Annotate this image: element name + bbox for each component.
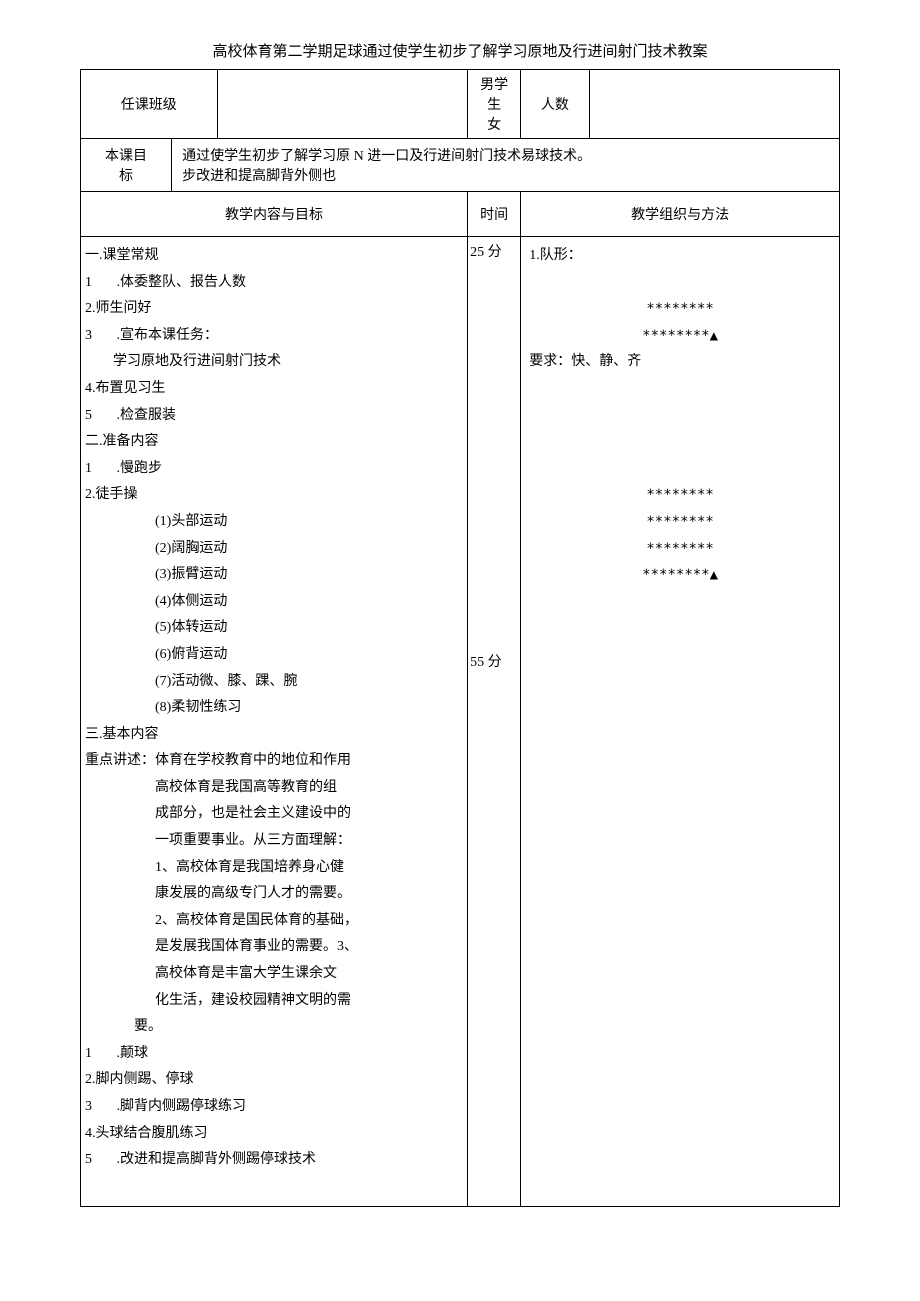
list-item: 5 .检查服装 — [85, 403, 463, 430]
list-item: 2.脚内侧踢、停球 — [85, 1067, 463, 1094]
list-item: (6)俯背运动 — [85, 642, 463, 669]
count-label: 人数 — [521, 70, 589, 139]
paragraph-line: 要。 — [85, 1014, 463, 1041]
list-item: 1 .体委整队、报告人数 — [85, 270, 463, 297]
goal-text: 通过使学生初步了解学习原 N 进一口及行进间射门技术易球技术。 步改进和提高脚背… — [172, 139, 840, 192]
section-title: 二.准备内容 — [85, 429, 463, 456]
paragraph-line: 成部分，也是社会主义建设中的 — [85, 801, 463, 828]
list-item: 4.头球结合腹肌练习 — [85, 1121, 463, 1148]
gender-label: 男学生 女 — [468, 70, 521, 139]
paragraph-line: 高校体育是丰富大学生课余文 — [85, 961, 463, 988]
formation-row: ******** — [529, 296, 831, 323]
list-item: (5)体转运动 — [85, 615, 463, 642]
formation-row: ******** — [529, 536, 831, 563]
list-item: (1)头部运动 — [85, 509, 463, 536]
list-item: (7)活动微、膝、踝、腕 — [85, 669, 463, 696]
key-point: 重点讲述：体育在学校教育中的地位和作用 — [85, 748, 463, 775]
list-item: 5 .改进和提高脚背外侧踢停球技术 — [85, 1147, 463, 1174]
content-header: 教学内容与目标 — [81, 192, 468, 237]
time-cell: 25 分 55 分 — [468, 237, 521, 1207]
paragraph-line: 康发展的高级专门人才的需要。 — [85, 881, 463, 908]
formation-label: 1.队形： — [529, 243, 831, 270]
paragraph-line: 2、高校体育是国民体育的基础， — [85, 908, 463, 935]
page-title: 高校体育第二学期足球通过使学生初步了解学习原地及行进间射门技术教案 — [80, 40, 840, 61]
list-item: 学习原地及行进间射门技术 — [85, 349, 463, 376]
table-row: 教学内容与目标 时间 教学组织与方法 — [81, 192, 840, 237]
paragraph-line: 化生活，建设校园精神文明的需 — [85, 988, 463, 1015]
formation-row: ********▲ — [529, 562, 831, 589]
content-cell: 一.课堂常规 1 .体委整队、报告人数 2.师生问好 3 .宣布本课任务： 学习… — [81, 237, 468, 1207]
table-row: 一.课堂常规 1 .体委整队、报告人数 2.师生问好 3 .宣布本课任务： 学习… — [81, 237, 840, 1207]
lesson-plan-table: 任课班级 男学生 女 人数 本课目 标 通过使学生初步了解学习原 N 进一口及行… — [80, 69, 840, 1207]
paragraph-line: 高校体育是我国高等教育的组 — [85, 775, 463, 802]
table-row: 本课目 标 通过使学生初步了解学习原 N 进一口及行进间射门技术易球技术。 步改… — [81, 139, 840, 192]
list-item: 1 .慢跑步 — [85, 456, 463, 483]
section-title: 三.基本内容 — [85, 722, 463, 749]
list-item: (2)阔胸运动 — [85, 536, 463, 563]
time-header: 时间 — [468, 192, 521, 237]
goal-label: 本课目 标 — [81, 139, 172, 192]
section-title: 一.课堂常规 — [85, 243, 463, 270]
formation-row: ******** — [529, 509, 831, 536]
paragraph-line: 是发展我国体育事业的需要。3、 — [85, 934, 463, 961]
class-label: 任课班级 — [81, 70, 218, 139]
list-item: (8)柔韧性练习 — [85, 695, 463, 722]
paragraph-line: 一项重要事业。从三方面理解： — [85, 828, 463, 855]
list-item: (3)振臂运动 — [85, 562, 463, 589]
list-item: 4.布置见习生 — [85, 376, 463, 403]
time-value: 25 分 — [470, 241, 518, 261]
requirement: 要求：快、静、齐 — [529, 349, 831, 376]
time-value: 55 分 — [470, 651, 518, 671]
table-row: 任课班级 男学生 女 人数 — [81, 70, 840, 139]
class-value — [217, 70, 467, 139]
count-value — [589, 70, 840, 139]
formation-row: ********▲ — [529, 323, 831, 350]
method-header: 教学组织与方法 — [521, 192, 840, 237]
list-item: 1 .颠球 — [85, 1041, 463, 1068]
list-item: 3 .脚背内侧踢停球练习 — [85, 1094, 463, 1121]
list-item: 3 .宣布本课任务： — [85, 323, 463, 350]
list-item: 2.徒手操 — [85, 482, 463, 509]
list-item: 2.师生问好 — [85, 296, 463, 323]
method-cell: 1.队形： ******** ********▲ 要求：快、静、齐 ******… — [521, 237, 840, 1207]
paragraph-line: 1、高校体育是我国培养身心健 — [85, 855, 463, 882]
formation-row: ******** — [529, 482, 831, 509]
list-item: (4)体侧运动 — [85, 589, 463, 616]
